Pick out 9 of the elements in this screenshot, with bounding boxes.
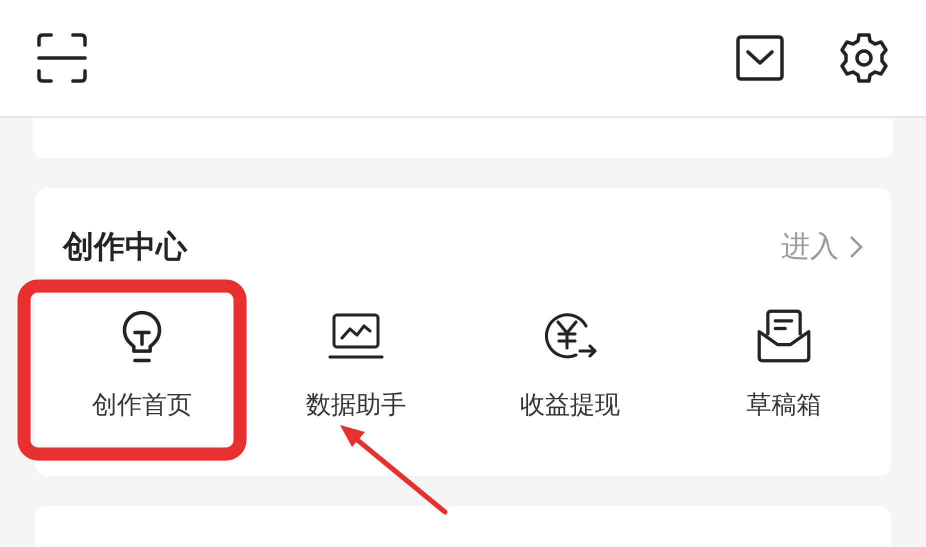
feature-item[interactable]: 数据助手 [249,308,463,421]
feature-item[interactable]: 草稿箱 [677,308,891,421]
feature-item[interactable]: 收益提现 [463,308,677,421]
section-title: 创作中心 [63,228,187,267]
feature-item[interactable]: 创作首页 [35,308,249,421]
scan-icon[interactable] [36,32,88,84]
chevron-right-icon [849,235,863,259]
inbox-document-icon [756,308,812,364]
settings-icon[interactable] [838,32,890,84]
